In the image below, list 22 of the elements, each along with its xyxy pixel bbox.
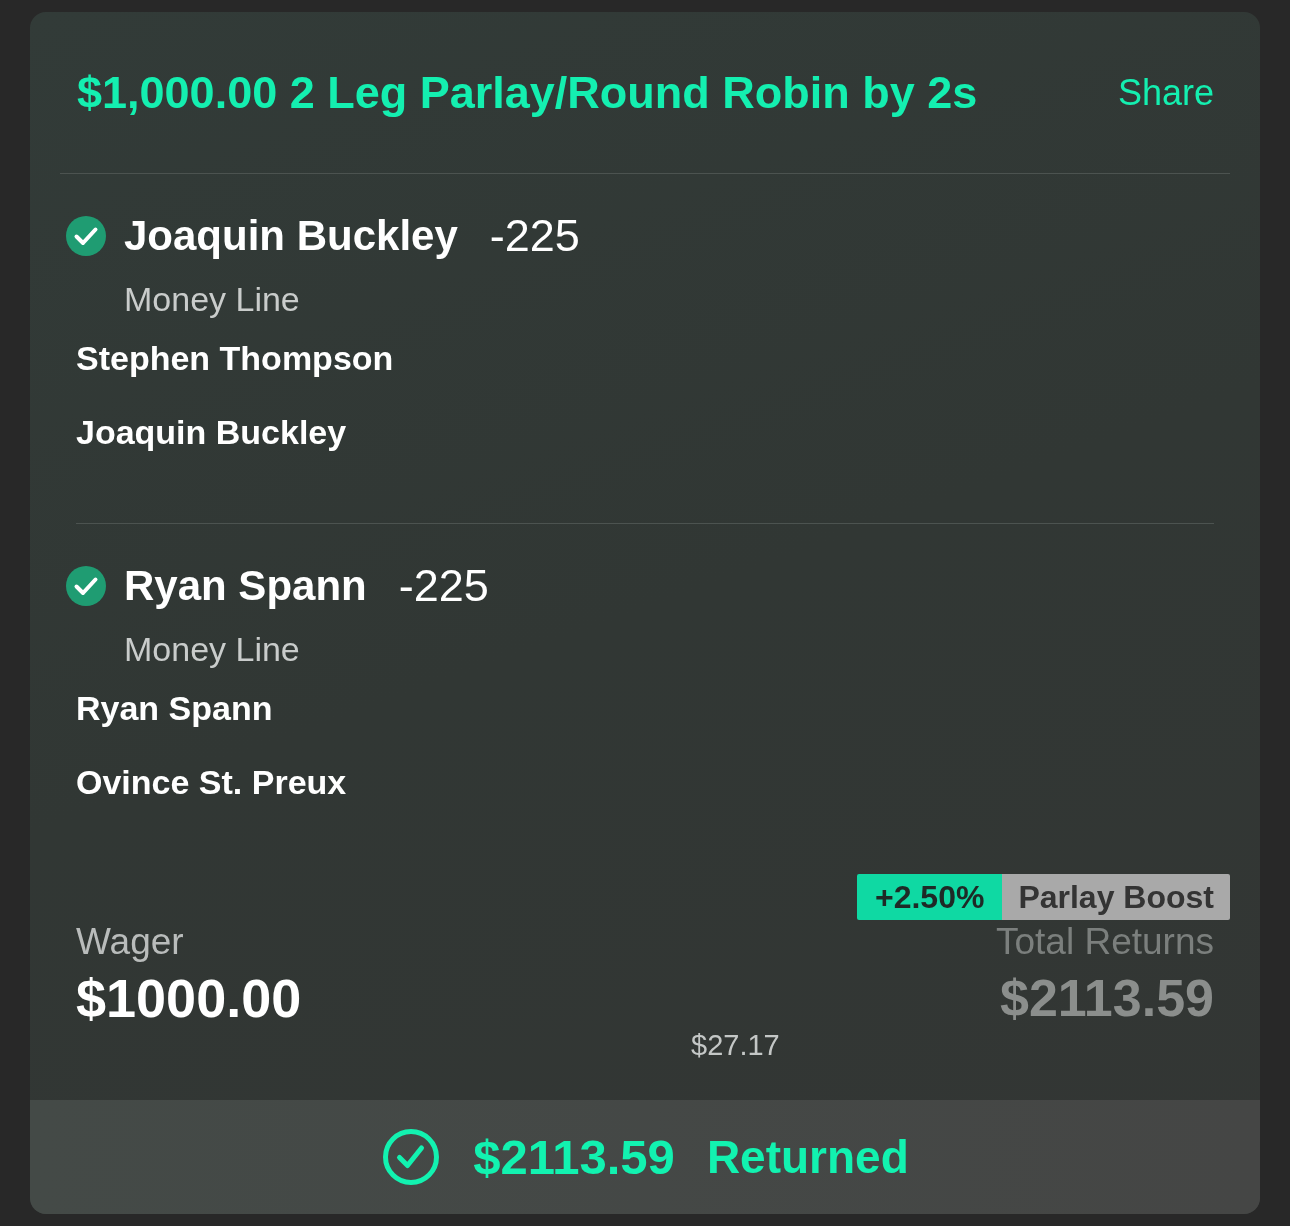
selection-name: Joaquin Buckley	[124, 211, 458, 261]
wager-label: Wager	[76, 922, 184, 962]
competitor-name: Ryan Spann	[76, 690, 273, 726]
returned-label: Returned	[706, 1130, 909, 1185]
odds: -225	[398, 560, 489, 612]
competitor-name: Stephen Thompson	[76, 340, 394, 376]
share-link[interactable]: Share	[1117, 70, 1214, 115]
check-circle-icon	[383, 1129, 440, 1185]
competitor-name: Joaquin Buckley	[76, 414, 347, 450]
competitor-name: Ovince St. Preux	[76, 764, 347, 800]
market-type: Money Line	[124, 631, 300, 667]
boost-label: Parlay Boost	[1002, 874, 1230, 920]
total-returns-label: Total Returns	[996, 922, 1214, 962]
market-type: Money Line	[124, 281, 300, 317]
returned-amount: $2113.59	[473, 1129, 675, 1185]
boost-amount: $27.17	[691, 1028, 780, 1062]
total-returns-amount: $2113.59	[999, 968, 1214, 1028]
bet-title: $1,000.00 2 Leg Parlay/Round Robin by 2s	[77, 65, 978, 120]
selection-name: Ryan Spann	[124, 561, 367, 611]
odds: -225	[489, 210, 580, 262]
wager-amount: $1000.00	[76, 968, 302, 1028]
boost-percent: +2.50%	[856, 874, 1003, 920]
